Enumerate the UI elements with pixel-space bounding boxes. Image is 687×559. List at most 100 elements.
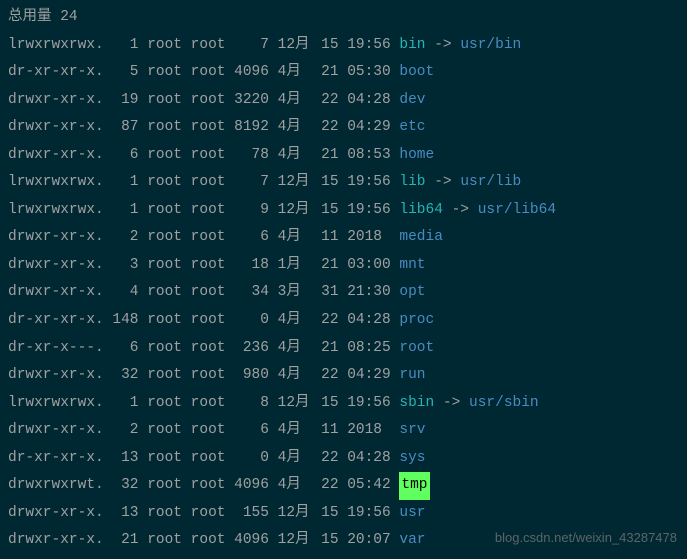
month: 12月 <box>278 169 313 197</box>
perm: lrwxrwxrwx. <box>8 174 104 190</box>
group: root <box>191 87 226 115</box>
size: 34 <box>234 279 269 307</box>
month: 4月 <box>278 114 313 142</box>
month: 4月 <box>278 472 313 500</box>
month: 4月 <box>278 87 313 115</box>
group: root <box>191 500 226 528</box>
day: 15 <box>321 500 338 528</box>
month: 3月 <box>278 279 313 307</box>
month: 12月 <box>278 500 313 528</box>
links: 21 <box>112 527 138 555</box>
links: 32 <box>112 362 138 390</box>
day: 15 <box>321 32 338 60</box>
list-item: drwxr-xr-x.6rootroot784月2108:53home <box>8 142 679 170</box>
day: 22 <box>321 445 338 473</box>
file-name: sbin <box>399 390 434 418</box>
group: root <box>191 335 226 363</box>
day: 15 <box>321 169 338 197</box>
month: 4月 <box>278 307 313 335</box>
group: root <box>191 114 226 142</box>
time: 19:56 <box>347 500 391 528</box>
file-name: boot <box>399 59 434 87</box>
day: 21 <box>321 335 338 363</box>
month: 4月 <box>278 417 313 445</box>
links: 13 <box>112 500 138 528</box>
links: 4 <box>112 279 138 307</box>
file-name: home <box>399 142 434 170</box>
perm: dr-xr-x---. <box>8 340 104 356</box>
owner: root <box>147 335 182 363</box>
owner: root <box>147 169 182 197</box>
day: 22 <box>321 87 338 115</box>
month: 4月 <box>278 224 313 252</box>
perm: dr-xr-xr-x. <box>8 64 104 80</box>
perm: dr-xr-xr-x. <box>8 450 104 466</box>
list-item: dr-xr-xr-x.5rootroot40964月2105:30boot <box>8 59 679 87</box>
owner: root <box>147 32 182 60</box>
day: 15 <box>321 197 338 225</box>
month: 12月 <box>278 527 313 555</box>
time: 05:42 <box>347 472 391 500</box>
owner: root <box>147 142 182 170</box>
perm: dr-xr-xr-x. <box>8 312 104 328</box>
month: 4月 <box>278 335 313 363</box>
perm: drwxr-xr-x. <box>8 284 104 300</box>
file-name: etc <box>399 114 425 142</box>
size: 0 <box>234 445 269 473</box>
size: 155 <box>234 500 269 528</box>
file-name: tmp <box>399 472 429 500</box>
day: 21 <box>321 252 338 280</box>
list-item: drwxr-xr-x.87rootroot81924月2204:29etc <box>8 114 679 142</box>
size: 3220 <box>234 87 269 115</box>
day: 15 <box>321 390 338 418</box>
size: 8 <box>234 390 269 418</box>
owner: root <box>147 307 182 335</box>
perm: drwxr-xr-x. <box>8 532 104 548</box>
owner: root <box>147 527 182 555</box>
links: 1 <box>112 169 138 197</box>
file-name: root <box>399 335 434 363</box>
owner: root <box>147 87 182 115</box>
time: 2018 <box>347 417 391 445</box>
file-name: run <box>399 362 425 390</box>
perm: drwxr-xr-x. <box>8 257 104 273</box>
owner: root <box>147 472 182 500</box>
list-item: drwxr-xr-x.13rootroot15512月1519:56usr <box>8 500 679 528</box>
size: 6 <box>234 417 269 445</box>
list-item: dr-xr-xr-x.148rootroot04月2204:28proc <box>8 307 679 335</box>
size: 7 <box>234 169 269 197</box>
day: 21 <box>321 142 338 170</box>
group: root <box>191 362 226 390</box>
symlink-arrow: -> <box>443 202 478 218</box>
group: root <box>191 142 226 170</box>
file-name: bin <box>399 32 425 60</box>
month: 4月 <box>278 445 313 473</box>
group: root <box>191 32 226 60</box>
month: 4月 <box>278 142 313 170</box>
list-item: lrwxrwxrwx.1rootroot912月1519:56lib64 -> … <box>8 197 679 225</box>
month: 1月 <box>278 252 313 280</box>
time: 19:56 <box>347 32 391 60</box>
perm: drwxr-xr-x. <box>8 119 104 135</box>
size: 980 <box>234 362 269 390</box>
size: 0 <box>234 307 269 335</box>
perm: lrwxrwxrwx. <box>8 202 104 218</box>
day: 22 <box>321 307 338 335</box>
month: 12月 <box>278 390 313 418</box>
group: root <box>191 252 226 280</box>
time: 2018 <box>347 224 391 252</box>
group: root <box>191 279 226 307</box>
day: 21 <box>321 59 338 87</box>
day: 22 <box>321 472 338 500</box>
size: 7 <box>234 32 269 60</box>
symlink-target: usr/bin <box>460 37 521 53</box>
file-name: lib64 <box>399 197 443 225</box>
list-item: drwxr-xr-x.2rootroot64月112018media <box>8 224 679 252</box>
group: root <box>191 417 226 445</box>
symlink-target: usr/lib <box>460 174 521 190</box>
group: root <box>191 197 226 225</box>
time: 04:28 <box>347 307 391 335</box>
file-name: var <box>399 527 425 555</box>
owner: root <box>147 417 182 445</box>
watermark-text: blog.csdn.net/weixin_43287478 <box>495 526 677 551</box>
